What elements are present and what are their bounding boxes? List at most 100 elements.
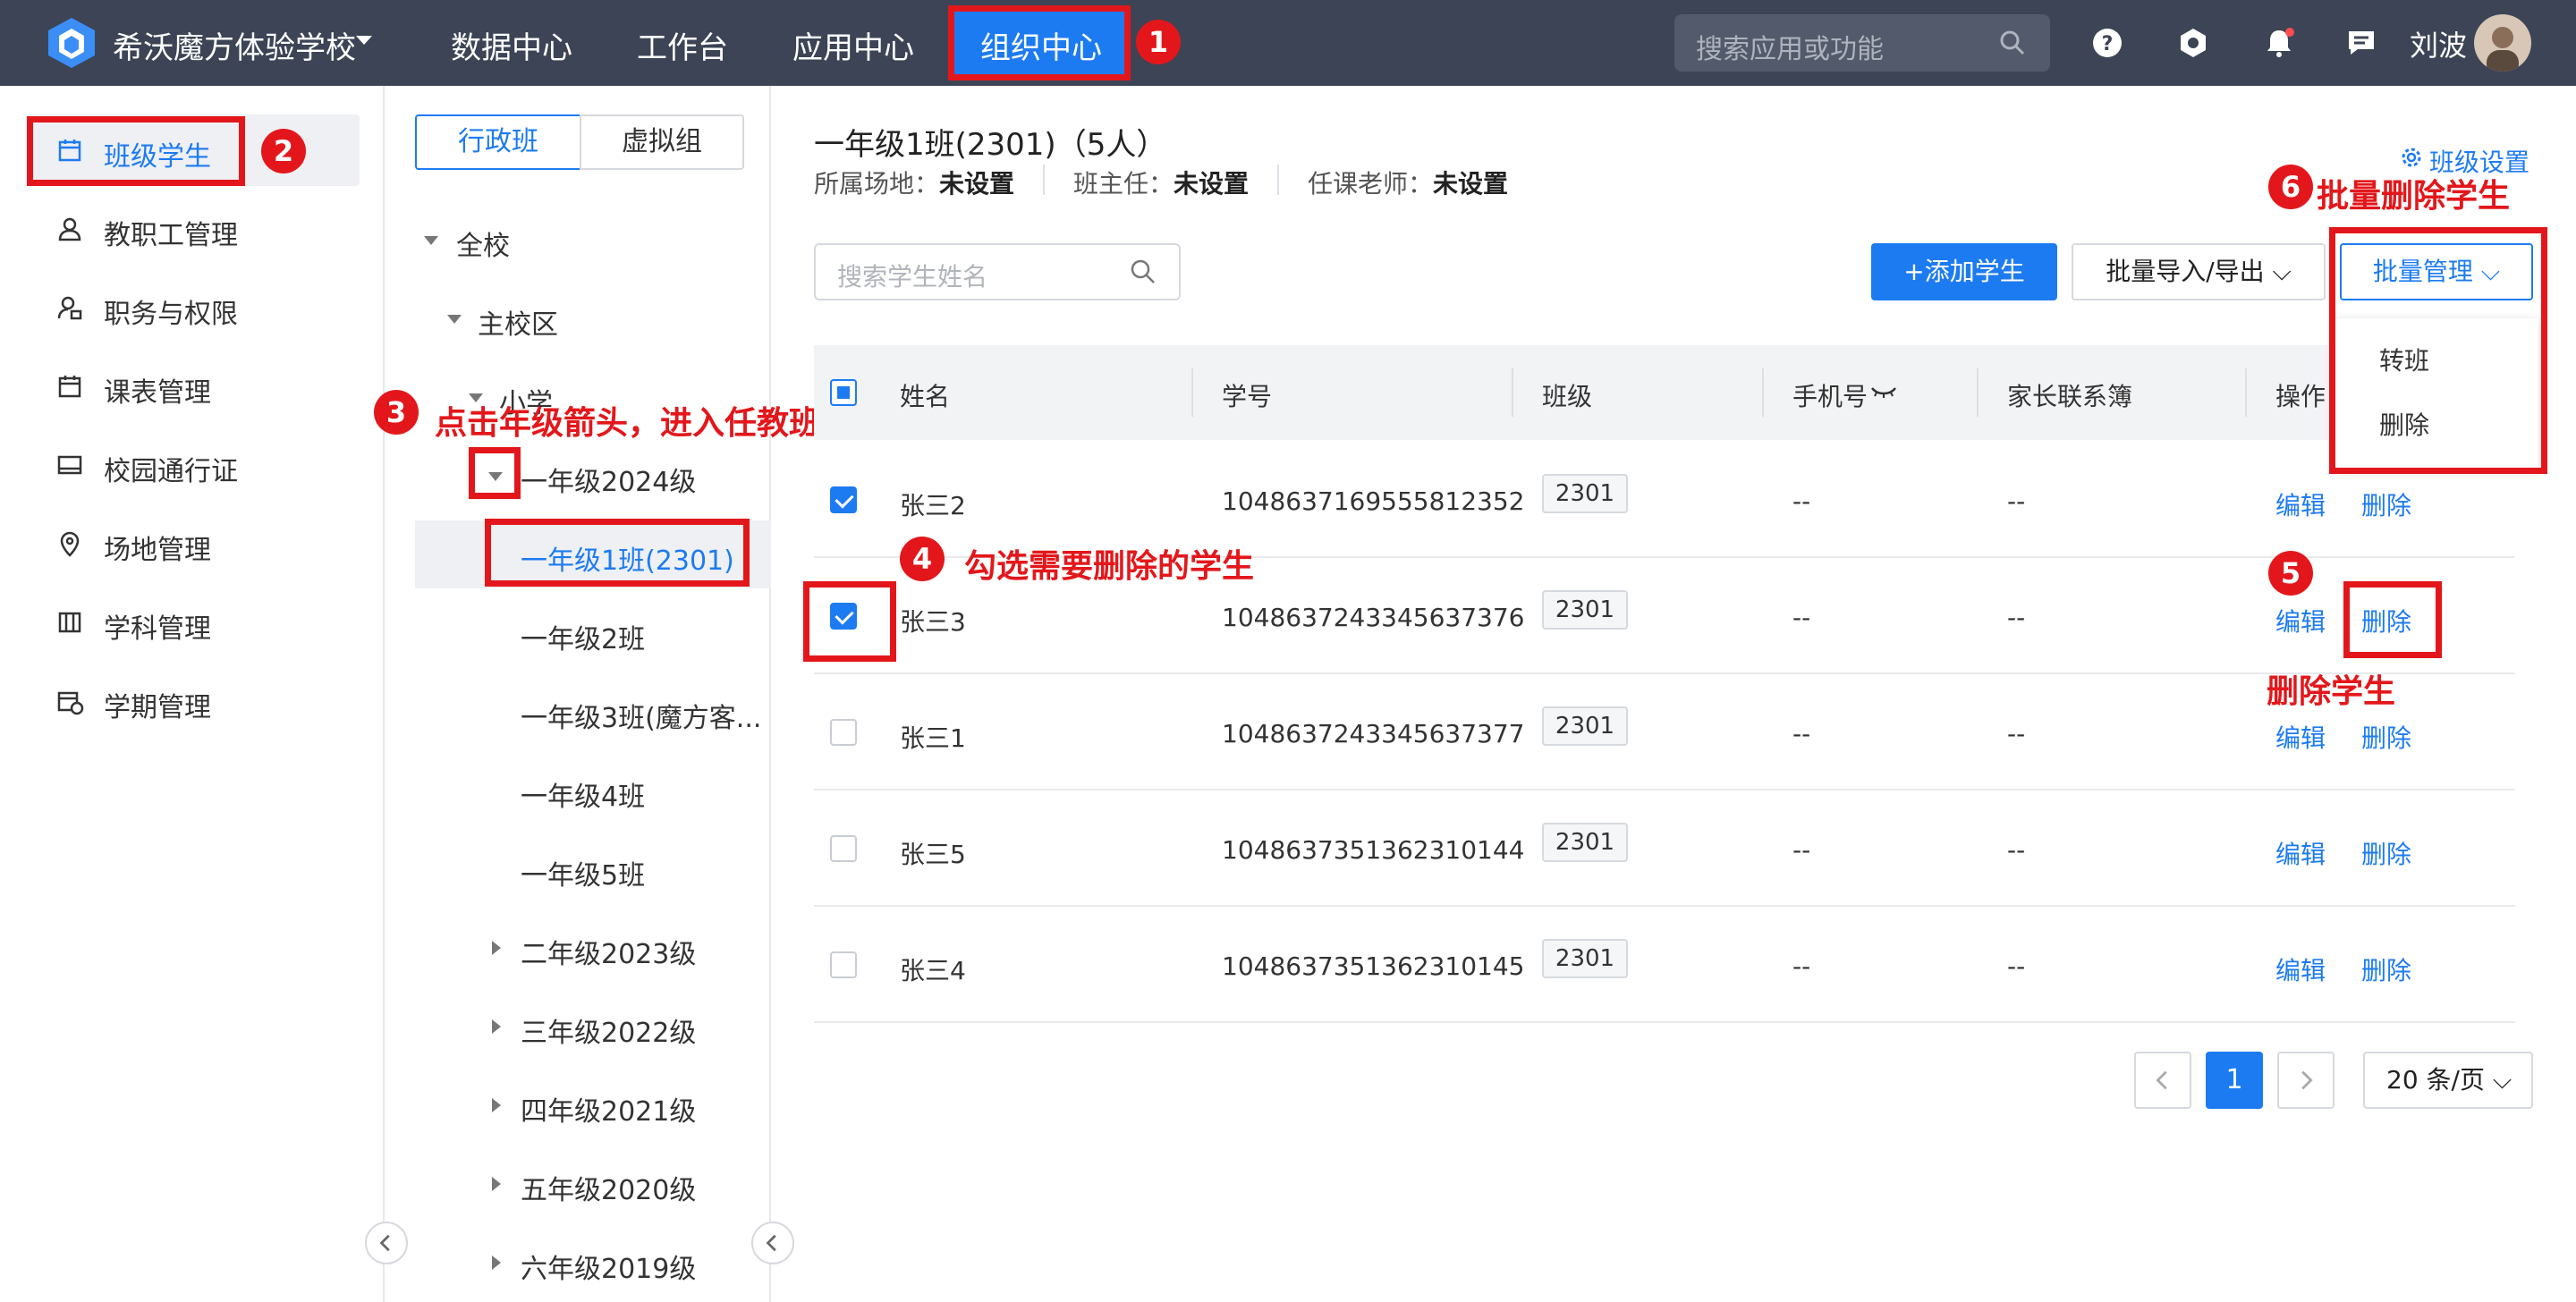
- location-icon: [60, 531, 80, 557]
- row-divider: [814, 672, 2515, 674]
- edit-link[interactable]: 编辑: [2275, 719, 2326, 755]
- column-divider: [1762, 368, 1764, 417]
- tree-node-grade2[interactable]: 二年级2023级: [521, 932, 696, 971]
- sidebar-item-subjects[interactable]: 学科管理: [104, 606, 211, 646]
- tree-collapsed-icon[interactable]: [492, 1256, 501, 1270]
- tree-node-class-2[interactable]: 一年级2班: [521, 617, 645, 656]
- student-name: 张三2: [900, 491, 966, 520]
- tab-virtual-group[interactable]: 虚拟组: [580, 114, 744, 170]
- parent-contact: --: [2007, 951, 2026, 981]
- tree-node-class-5[interactable]: 一年级5班: [521, 853, 645, 892]
- tree-node-class-4[interactable]: 一年级4班: [521, 774, 645, 814]
- tree-collapsed-icon[interactable]: [492, 1019, 501, 1034]
- column-header-actions: 操作: [2275, 382, 2326, 411]
- delete-link[interactable]: 删除: [2361, 835, 2411, 871]
- gear-icon[interactable]: [2399, 145, 2424, 170]
- row-checkbox[interactable]: [830, 835, 857, 862]
- edit-link[interactable]: 编辑: [2275, 951, 2326, 987]
- sidebar-item-staff[interactable]: 教职工管理: [104, 213, 238, 252]
- tree-node-grade5[interactable]: 五年级2020级: [521, 1168, 696, 1207]
- parent-contact: --: [2007, 719, 2026, 748]
- bell-icon[interactable]: [2263, 27, 2295, 59]
- chevron-left-icon: [2156, 1070, 2167, 1090]
- divider: [1277, 165, 1279, 195]
- search-icon[interactable]: [1129, 258, 1157, 286]
- edit-link[interactable]: 编辑: [2275, 603, 2326, 638]
- add-student-button[interactable]: +添加学生: [1871, 243, 2057, 300]
- settings-hex-icon[interactable]: [2177, 27, 2209, 59]
- student-phone: --: [1792, 951, 1811, 981]
- column-divider: [1977, 368, 1979, 417]
- delete-link[interactable]: 删除: [2361, 951, 2411, 987]
- tree-collapsed-icon[interactable]: [492, 1098, 501, 1112]
- edit-link[interactable]: 编辑: [2275, 486, 2326, 522]
- select-all-checkbox[interactable]: [830, 379, 857, 406]
- nav-item-data-center[interactable]: 数据中心: [451, 23, 572, 67]
- tree-node-main-campus[interactable]: 主校区: [478, 302, 558, 342]
- student-phone: --: [1792, 835, 1811, 865]
- schedule-icon: [58, 376, 81, 398]
- tree-node-school[interactable]: 全校: [456, 224, 510, 263]
- user-name[interactable]: 刘波: [2410, 23, 2467, 64]
- row-checkbox[interactable]: [830, 951, 857, 978]
- divider: [1043, 165, 1045, 195]
- user-role-icon: [57, 296, 82, 320]
- tree-expand-icon[interactable]: [424, 236, 438, 245]
- student-id: 1048637351362310145: [1222, 951, 1525, 981]
- next-page-button[interactable]: [2277, 1052, 2334, 1109]
- column-divider: [1191, 368, 1193, 417]
- annotation-text-step4: 勾选需要删除的学生: [964, 548, 1255, 585]
- column-header-class: 班级: [1542, 382, 1593, 411]
- annotation-text-step3: 点击年级箭头，进入任教班级: [435, 405, 854, 442]
- annotation-badge-step2: 2: [261, 129, 306, 173]
- tree-node-grade4[interactable]: 四年级2021级: [521, 1089, 696, 1129]
- student-search-input[interactable]: 搜索学生姓名: [814, 243, 1181, 300]
- row-checkbox[interactable]: [830, 719, 857, 746]
- tree-node-grade3[interactable]: 三年级2022级: [521, 1010, 696, 1050]
- tab-administrative-class[interactable]: 行政班: [415, 114, 581, 170]
- sidebar-item-terms[interactable]: 学期管理: [104, 685, 211, 724]
- batch-import-export-button[interactable]: 批量导入/导出 ⌵: [2072, 243, 2326, 300]
- app-logo-icon: [48, 18, 95, 68]
- message-icon[interactable]: [2345, 27, 2377, 59]
- student-name: 张三4: [900, 956, 966, 985]
- student-phone: --: [1792, 603, 1811, 632]
- tree-collapsed-icon[interactable]: [492, 941, 501, 955]
- sidebar-item-campus-pass[interactable]: 校园通行证: [104, 449, 238, 488]
- class-tag: 2301: [1542, 590, 1628, 630]
- chevron-down-icon[interactable]: [356, 36, 372, 45]
- avatar[interactable]: [2474, 14, 2531, 72]
- delete-link[interactable]: 删除: [2361, 719, 2411, 755]
- help-icon[interactable]: ?: [2091, 27, 2123, 59]
- top-search-placeholder: 搜索应用或功能: [1696, 34, 1884, 65]
- annotation-box-step1: [948, 5, 1131, 80]
- eye-closed-icon[interactable]: [1869, 383, 1898, 401]
- tree-node-grade6[interactable]: 六年级2019级: [521, 1247, 696, 1286]
- edit-link[interactable]: 编辑: [2275, 835, 2326, 871]
- page-size-select[interactable]: 20 条/页 ⌵: [2363, 1052, 2533, 1109]
- parent-contact: --: [2007, 835, 2026, 865]
- student-name: 张三3: [900, 607, 966, 637]
- book-icon: [58, 612, 81, 633]
- tree-node-grade1[interactable]: 一年级2024级: [521, 460, 696, 499]
- prev-page-button[interactable]: [2134, 1052, 2191, 1109]
- sidebar-item-timetable[interactable]: 课表管理: [104, 370, 211, 410]
- annotation-badge-step6: 6: [2268, 165, 2313, 209]
- search-icon[interactable]: [1998, 29, 2027, 57]
- nav-item-app-center[interactable]: 应用中心: [792, 23, 914, 67]
- row-checkbox[interactable]: [830, 486, 857, 513]
- collapse-tree-button[interactable]: [751, 1222, 794, 1264]
- tree-node-class-3[interactable]: 一年级3班(魔方客...: [521, 696, 761, 735]
- student-id: 1048637243345637377: [1222, 719, 1525, 748]
- tree-collapsed-icon[interactable]: [492, 1177, 501, 1191]
- student-name: 张三5: [900, 840, 966, 869]
- tree-expand-icon[interactable]: [447, 315, 462, 324]
- row-divider: [814, 1021, 2515, 1023]
- sidebar-item-venues[interactable]: 场地管理: [104, 528, 211, 567]
- top-search-input[interactable]: 搜索应用或功能: [1674, 14, 2050, 72]
- nav-item-workbench[interactable]: 工作台: [637, 23, 728, 67]
- page-number[interactable]: 1: [2206, 1052, 2263, 1109]
- school-name[interactable]: 希沃魔方体验学校: [113, 23, 356, 67]
- sidebar-item-roles[interactable]: 职务与权限: [104, 292, 238, 331]
- delete-link[interactable]: 删除: [2361, 486, 2411, 522]
